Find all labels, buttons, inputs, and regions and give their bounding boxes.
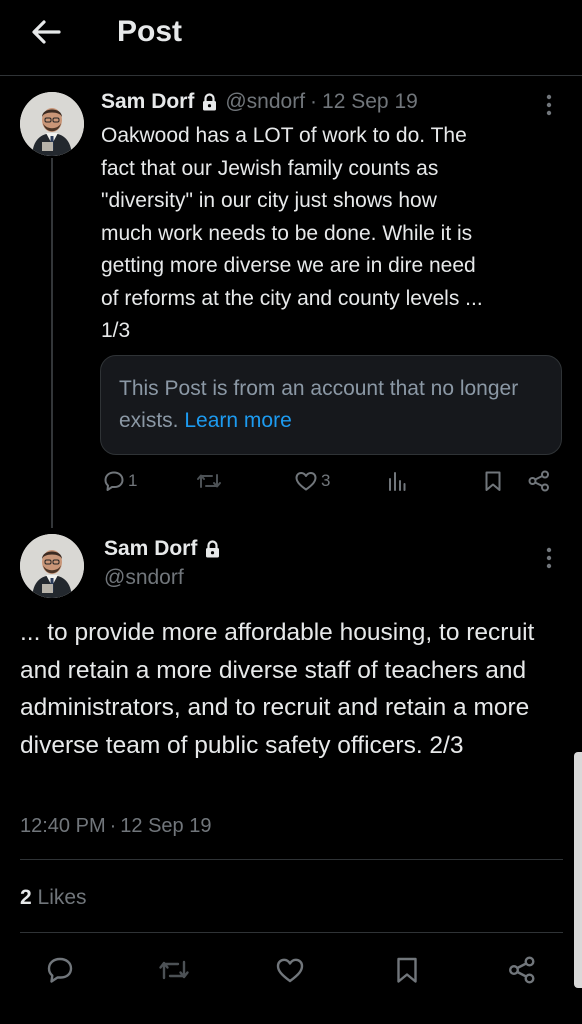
avatar[interactable]	[20, 534, 84, 598]
meta-separator: ·	[109, 815, 117, 837]
more-vertical-icon	[546, 547, 552, 569]
tweet2-handle-row: @sndorf	[104, 565, 184, 591]
heart-icon	[295, 472, 317, 491]
page-title: Post	[117, 15, 183, 48]
post-actions: 1 3	[100, 470, 560, 500]
divider	[20, 932, 563, 933]
heart-icon	[276, 958, 304, 983]
lock-icon	[202, 93, 217, 111]
post-date[interactable]: 12 Sep 19	[322, 89, 418, 115]
reply-icon	[104, 471, 124, 491]
author-name[interactable]: Sam Dorf	[101, 89, 194, 115]
post-time: 12:40 PM	[20, 815, 106, 837]
bookmark-button[interactable]	[484, 470, 502, 492]
divider	[20, 859, 563, 860]
thread-connector	[51, 158, 53, 528]
reply-button[interactable]	[38, 948, 82, 992]
repost-icon	[159, 960, 189, 980]
reply-icon	[47, 957, 73, 983]
share-button[interactable]	[500, 948, 544, 992]
analytics-icon	[389, 472, 406, 491]
share-button[interactable]	[527, 470, 551, 492]
post-text: ... to provide more affordable housing, …	[20, 619, 535, 759]
bookmark-button[interactable]	[385, 948, 429, 992]
meta-separator: ·	[310, 90, 318, 113]
post-text: Oakwood has a LOT of work to do. The fac…	[101, 124, 483, 342]
bookmark-icon	[397, 957, 417, 983]
scrollbar[interactable]	[574, 752, 582, 988]
avatar[interactable]	[20, 92, 84, 156]
repost-button[interactable]	[152, 948, 196, 992]
like-button[interactable]: 3	[294, 470, 330, 492]
more-options-button[interactable]	[537, 543, 561, 573]
focused-post-actions	[0, 948, 582, 992]
likes-label: Likes	[37, 886, 87, 909]
reply-count: 1	[128, 471, 138, 490]
avatar-image	[20, 92, 84, 156]
learn-more-link[interactable]: Learn more	[184, 409, 291, 432]
reply-button[interactable]: 1	[103, 470, 137, 492]
author-handle[interactable]: @sndorf	[104, 565, 184, 591]
arrow-left-icon	[32, 20, 61, 44]
bookmark-icon	[485, 471, 501, 491]
share-icon	[509, 956, 535, 984]
lock-icon	[205, 540, 220, 558]
post-date: 12 Sep 19	[120, 815, 212, 837]
top-bar: Post	[0, 0, 582, 76]
share-icon	[528, 470, 549, 492]
back-button[interactable]	[26, 14, 66, 50]
post-timestamp[interactable]: 12:40 PM · 12 Sep 19	[20, 813, 211, 839]
tweet2-author-row: Sam Dorf	[104, 536, 228, 562]
unavailable-quote-card: This Post is from an account that no lon…	[100, 355, 562, 455]
tweet1-author-row: Sam Dorf @sndorf · 12 Sep 19	[101, 89, 418, 115]
likes-summary[interactable]: 2 Likes	[20, 884, 87, 912]
more-vertical-icon	[546, 94, 552, 116]
avatar-image	[20, 534, 84, 598]
repost-icon	[197, 474, 221, 488]
like-count: 3	[321, 471, 331, 490]
author-handle[interactable]: @sndorf	[225, 89, 305, 115]
likes-count: 2	[20, 886, 32, 909]
repost-button[interactable]	[196, 470, 225, 492]
author-name[interactable]: Sam Dorf	[104, 536, 197, 562]
like-button[interactable]	[268, 948, 312, 992]
more-options-button[interactable]	[537, 90, 561, 120]
views-button[interactable]	[387, 470, 410, 492]
quote-notice: This Post is from an account that no lon…	[119, 377, 519, 432]
